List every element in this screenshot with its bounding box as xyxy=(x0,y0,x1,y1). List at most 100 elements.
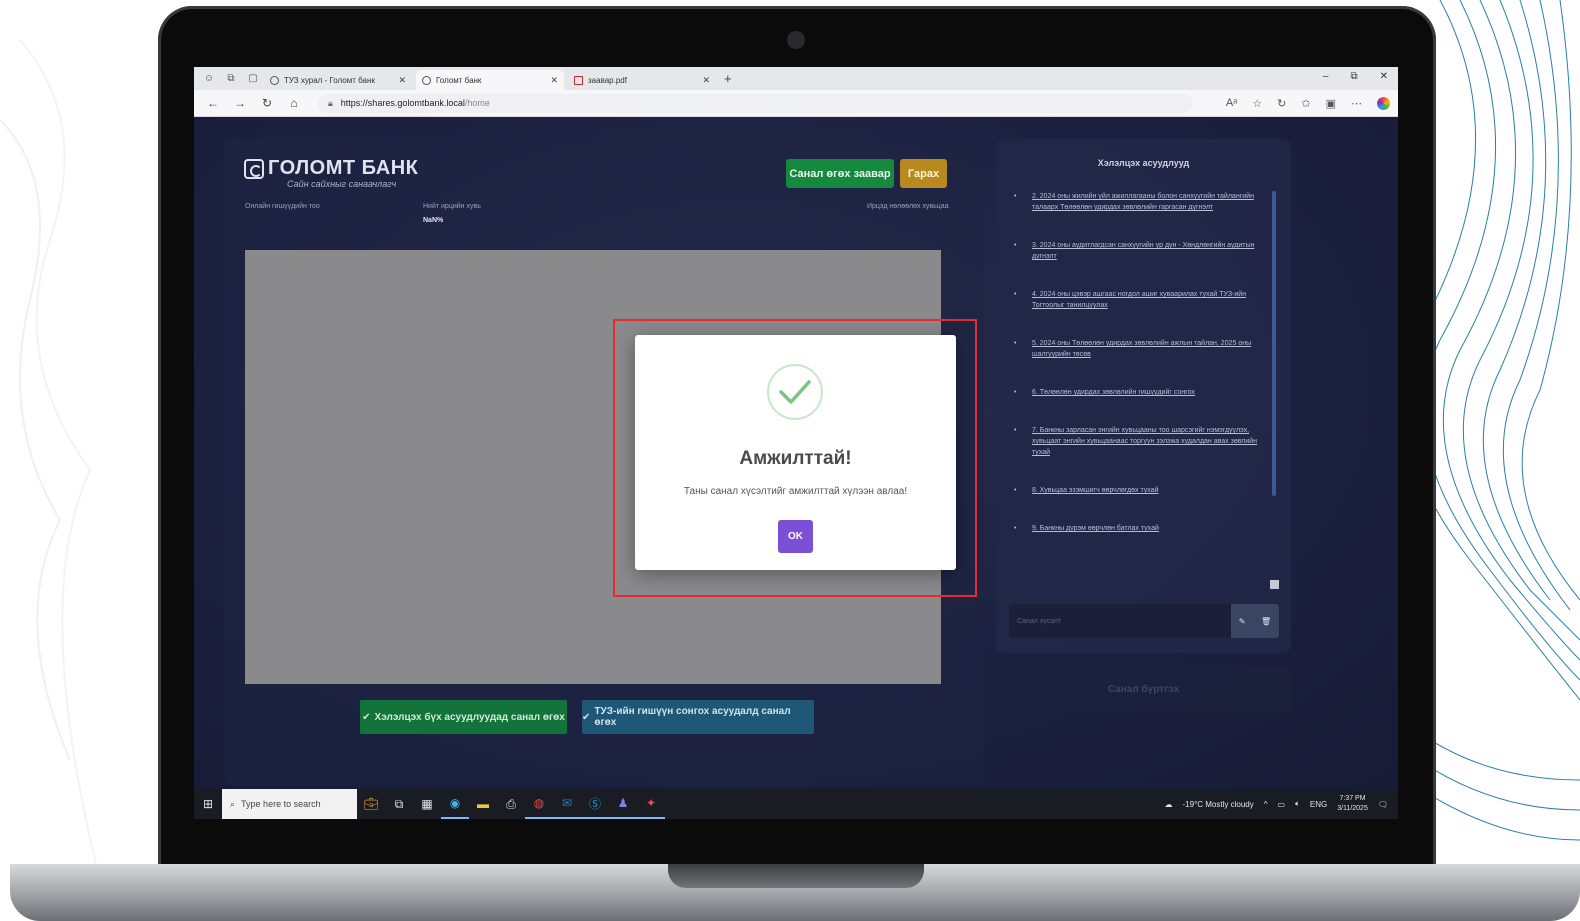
comment-input[interactable]: Санал хүсэлт xyxy=(1009,604,1231,638)
agenda-item[interactable]: 4. 2024 оны цэвэр ашгаас ногдол ашиг хув… xyxy=(1012,289,1268,311)
forward-icon[interactable]: → xyxy=(232,96,248,110)
brand-name: ГОЛОМТ БАНК xyxy=(268,157,419,179)
taskbar-search[interactable]: ⌕ Type here to search xyxy=(222,789,357,819)
web-page: ГОЛОМТ БАНК Сайн сайхныг санаачлагч Онла… xyxy=(194,117,1398,789)
check-circle-icon: ✔ xyxy=(362,711,371,723)
briefcase-icon[interactable]: 💼︎ xyxy=(357,789,385,819)
close-icon[interactable]: ✕ xyxy=(702,75,710,86)
background-decoration-left xyxy=(0,39,101,881)
notifications-icon[interactable]: 🗨︎ xyxy=(1378,800,1388,809)
close-window-icon[interactable]: ✕ xyxy=(1380,71,1388,82)
tab-label: ТУЗ хурал - Голомт банк xyxy=(284,75,375,85)
skype-icon[interactable]: Ⓢ xyxy=(581,789,609,819)
task-view-icon[interactable]: ⧉ xyxy=(385,789,413,819)
tab-pdf[interactable]: заавар.pdf ✕ xyxy=(568,70,716,90)
browser-address-bar: ← → ↻ ⌂ 🔒︎ https://shares.golomtbank.loc… xyxy=(194,90,1398,117)
network-icon[interactable]: ▭ xyxy=(1278,800,1286,809)
weather-text[interactable]: -19°C Mostly cloudy xyxy=(1183,800,1254,809)
agenda-item[interactable]: 3. 2024 оны аудитлагдсан санхүүгийн үр д… xyxy=(1012,240,1268,262)
back-icon[interactable]: ← xyxy=(205,96,221,110)
printer-icon[interactable]: ⎙ xyxy=(497,789,525,819)
brand-tagline: Сайн сайхныг санаачлагч xyxy=(287,179,397,189)
tray-chevron-icon[interactable]: ^ xyxy=(1264,800,1268,809)
check-circle-icon: ✔ xyxy=(582,711,591,723)
golomt-logo: ГОЛОМТ БАНК xyxy=(244,157,418,180)
window-controls: – ⧉ ✕ xyxy=(1323,71,1388,82)
calendar-icon[interactable]: ▦ xyxy=(413,789,441,819)
trash-icon[interactable]: 🗑︎ xyxy=(1261,617,1271,626)
total-share-label: Нийт ирцийн хувь xyxy=(423,203,481,210)
collections-icon[interactable]: ▣ xyxy=(1326,97,1336,110)
favorites-icon[interactable]: ✩ xyxy=(1301,97,1310,110)
tab-actions-icon[interactable]: ▢ xyxy=(246,72,260,86)
volume-icon[interactable]: 🔈︎ xyxy=(1295,799,1300,809)
profile-icon[interactable]: ☺ xyxy=(202,72,216,86)
more-icon[interactable]: ⋯ xyxy=(1351,97,1362,110)
minimize-icon[interactable]: – xyxy=(1323,71,1329,82)
agenda-title: Хэлэлцэх асуудлууд xyxy=(1097,158,1190,168)
logout-button[interactable]: Гарах xyxy=(900,159,947,188)
system-tray: ☁ -19°C Mostly cloudy ^ ▭ 🔈︎ ENG 7:37 PM… xyxy=(1165,789,1389,819)
outlook-icon[interactable]: ✉ xyxy=(553,789,581,819)
browser-toolbar-right: A͏ᵃ ☆ ↻ ✩ ▣ ⋯ xyxy=(1226,97,1390,110)
tab-golomt-bank[interactable]: Голомт банк ✕ xyxy=(416,70,564,90)
vote-board-member-button[interactable]: ✔ ТУЗ-ийн гишүүн сонгох асуудалд санал ө… xyxy=(582,700,814,734)
agenda-sidebar: Хэлэлцэх асуудлууд 2. 2024 оны жилийн үй… xyxy=(996,139,1291,653)
sync-icon[interactable]: ↻ xyxy=(1277,97,1286,110)
browser-tab-bar: ☺ ⧉ ▢ ТУЗ хурал - Голомт банк ✕ Голомт б… xyxy=(194,67,1398,90)
url-input[interactable]: 🔒︎ https://shares.golomtbank.local/home xyxy=(318,93,1193,113)
golomt-logo-mark xyxy=(244,158,264,179)
new-tab-button[interactable]: + xyxy=(724,71,732,86)
laptop-camera xyxy=(787,31,805,49)
taskbar-search-placeholder: Type here to search xyxy=(241,799,321,809)
highlight-box xyxy=(613,319,977,597)
vote-all-agenda-button[interactable]: ✔ Хэлэлцэх бүх асуудлуудад санал өгөх xyxy=(360,700,567,734)
edge-icon[interactable]: ◉ xyxy=(441,789,469,819)
edit-icon[interactable]: ✎ xyxy=(1239,617,1246,626)
scrollbar[interactable] xyxy=(1272,191,1276,496)
read-aloud-icon[interactable]: A͏ᵃ xyxy=(1226,97,1237,110)
tab-agm[interactable]: ТУЗ хурал - Голомт банк ✕ xyxy=(264,70,412,90)
laptop-screen: ☺ ⧉ ▢ ТУЗ хурал - Голомт банк ✕ Голомт б… xyxy=(194,67,1398,819)
teams-icon[interactable]: ♟ xyxy=(609,789,637,819)
restore-icon[interactable]: ⧉ xyxy=(1350,71,1357,82)
app-icon[interactable]: ✦ xyxy=(637,789,665,819)
total-share-value: NaN% xyxy=(423,217,444,224)
chrome-icon[interactable]: ◍ xyxy=(525,789,553,819)
clock-time: 7:37 PM xyxy=(1339,795,1366,802)
tab-label: заавар.pdf xyxy=(588,75,627,85)
agenda-item[interactable]: 5. 2024 оны Төлөөлөн удирдах зөвлөлийн а… xyxy=(1012,338,1268,360)
lock-icon: 🔒︎ xyxy=(328,97,333,108)
comment-actions: ✎ 🗑︎ xyxy=(1231,604,1279,638)
vote-board-member-label: ТУЗ-ийн гишүүн сонгох асуудалд санал өгө… xyxy=(594,706,791,728)
url-host: https://shares.golomtbank.local xyxy=(340,98,465,108)
favorite-star-icon[interactable]: ☆ xyxy=(1252,97,1262,110)
file-explorer-icon[interactable]: ▬ xyxy=(469,789,497,819)
agenda-list: 2. 2024 оны жилийн үйл ажиллагааны болон… xyxy=(1012,191,1268,534)
agenda-item[interactable]: 8. Хувьцаа эзэмшигч өөрчлөгдөх тухай xyxy=(1012,485,1268,496)
url-path: /home xyxy=(464,98,490,108)
close-icon[interactable]: ✕ xyxy=(398,75,406,86)
search-icon: ⌕ xyxy=(230,798,236,809)
close-icon[interactable]: ✕ xyxy=(550,75,558,86)
language-indicator[interactable]: ENG xyxy=(1310,800,1327,809)
attendance-label: Ирцэд нөлөөлөх хувьцаа xyxy=(867,203,949,210)
globe-icon xyxy=(270,75,279,85)
copilot-icon[interactable] xyxy=(1377,97,1390,110)
tab-label: Голомт банк xyxy=(436,75,482,85)
stop-icon[interactable] xyxy=(1270,580,1279,589)
windows-taskbar: ⊞ ⌕ Type here to search 💼︎ ⧉ ▦ ◉ ▬ ⎙ ◍ ✉… xyxy=(194,789,1398,819)
agenda-item[interactable]: 7. Банкны зарласан энгийн хувьцааны тоо … xyxy=(1012,425,1268,458)
submit-vote-button[interactable]: Санал бүртгэх xyxy=(996,667,1291,712)
home-icon[interactable]: ⌂ xyxy=(286,96,302,110)
clock-date: 3/11/2025 xyxy=(1337,805,1368,812)
clock[interactable]: 7:37 PM 3/11/2025 xyxy=(1337,794,1368,814)
refresh-icon[interactable]: ↻ xyxy=(259,96,275,110)
voting-instructions-button[interactable]: Санал өгөх заавар xyxy=(786,159,894,188)
agenda-item[interactable]: 2. 2024 оны жилийн үйл ажиллагааны болон… xyxy=(1012,191,1268,213)
workspaces-icon[interactable]: ⧉ xyxy=(224,72,238,86)
agenda-item[interactable]: 6. Төлөөлөн удирдах зөвлөлийн гишүүдийг … xyxy=(1012,387,1268,398)
windows-start-icon[interactable]: ⊞ xyxy=(194,789,222,819)
agenda-item[interactable]: 9. Банкны дүрэм өөрчлөн батлах тухай xyxy=(1012,523,1268,534)
weather-icon: ☁ xyxy=(1164,799,1173,809)
